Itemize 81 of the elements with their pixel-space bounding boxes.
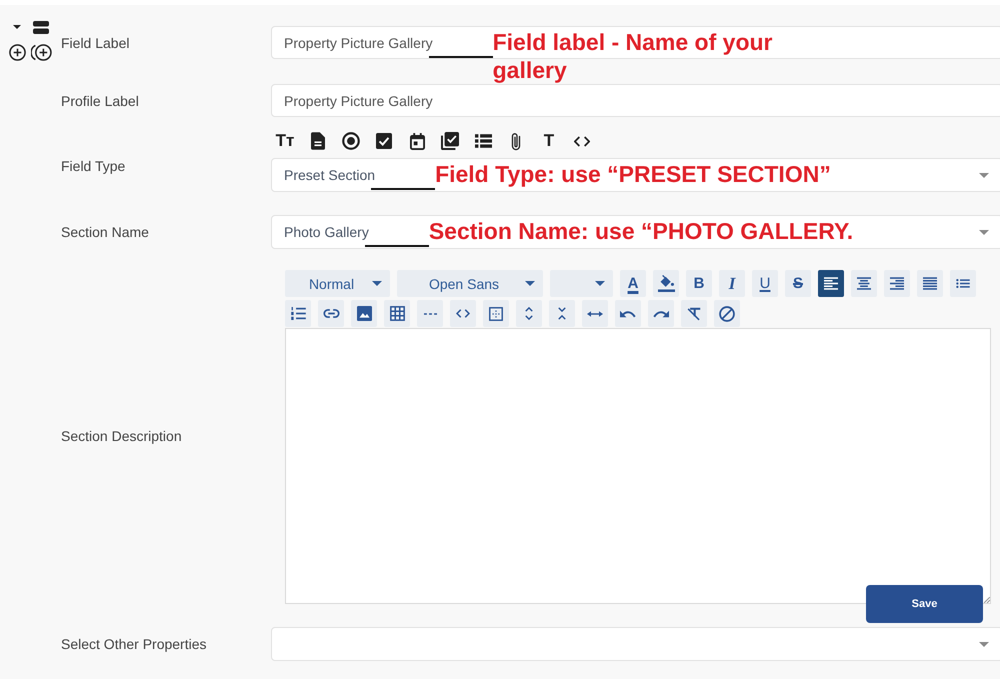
align-center-icon xyxy=(857,277,871,290)
align-left-button[interactable] xyxy=(818,270,844,297)
caret-down-icon[interactable] xyxy=(13,25,21,29)
align-right-icon xyxy=(890,277,904,290)
caret-down-icon xyxy=(372,281,382,286)
resize-handle-icon[interactable] xyxy=(984,597,990,603)
toolbar-dropdown[interactable]: Open Sans xyxy=(397,270,543,297)
checkbox-icon[interactable] xyxy=(376,133,392,149)
blocked-icon xyxy=(719,306,735,322)
paperclip-icon[interactable] xyxy=(511,132,521,150)
bullet-list-icon xyxy=(956,279,970,288)
justify-icon xyxy=(923,277,937,290)
field-label: Section Name xyxy=(61,224,150,240)
paint-bucket-icon xyxy=(658,275,674,292)
bullet-list-button[interactable] xyxy=(950,270,976,297)
justify-button[interactable] xyxy=(917,270,943,297)
code-icon[interactable] xyxy=(574,136,590,146)
stacked-checkbox-icon[interactable] xyxy=(441,132,459,150)
select-field[interactable] xyxy=(271,627,1000,661)
double-arrow-icon xyxy=(587,310,603,318)
double-arrow-button[interactable] xyxy=(582,300,608,327)
text-style-button[interactable]: T xyxy=(539,131,559,151)
undo-button[interactable] xyxy=(615,300,641,327)
redo-icon xyxy=(653,308,669,318)
document-icon[interactable] xyxy=(311,132,325,150)
chevrons-apart-button[interactable] xyxy=(516,300,542,327)
underline-button[interactable]: U xyxy=(752,270,778,297)
dotted-square-button[interactable] xyxy=(483,300,509,327)
field-label: Field Type xyxy=(61,158,126,174)
annotation-line xyxy=(428,56,493,58)
dashed-line-icon xyxy=(424,312,436,314)
save-button[interactable]: Save xyxy=(866,585,983,623)
link-button[interactable] xyxy=(318,300,344,327)
text-field[interactable]: Property Picture Gallery xyxy=(271,84,1000,117)
toolbar-dropdown[interactable]: Normal xyxy=(285,270,390,297)
caret-down-icon xyxy=(595,281,605,286)
chevrons-apart-icon xyxy=(525,306,533,321)
caret-down-icon xyxy=(979,230,989,234)
code-icon xyxy=(456,309,470,318)
caret-down-icon xyxy=(979,172,989,178)
paint-bucket-button[interactable] xyxy=(653,270,679,297)
stacked-bars-icon[interactable] xyxy=(33,20,49,34)
annotation-line xyxy=(371,188,436,190)
nested-add-icon[interactable] xyxy=(30,44,52,61)
link-icon xyxy=(322,309,340,318)
add-circle-icon[interactable] xyxy=(8,44,26,61)
annotation-text: Section Name: use “PHOTO GALLERY. xyxy=(428,217,854,245)
align-left-icon xyxy=(824,277,838,290)
image-button[interactable] xyxy=(351,300,377,327)
caret-down-icon xyxy=(525,281,535,286)
field-label: Section Description xyxy=(61,428,183,444)
bold-button[interactable]: B xyxy=(686,270,712,297)
chevrons-together-button[interactable] xyxy=(549,300,575,327)
annotation-line xyxy=(364,245,429,247)
code-button[interactable] xyxy=(450,300,476,327)
field-label: Select Other Properties xyxy=(61,636,208,652)
field-label: Field Label xyxy=(61,34,130,50)
undo-icon xyxy=(620,308,636,318)
numbered-list-icon xyxy=(290,307,306,320)
field-label: Profile Label xyxy=(61,92,140,108)
strikethrough-button[interactable]: S xyxy=(785,270,811,297)
redo-button[interactable] xyxy=(648,300,674,327)
annotation-text: Field Type: use “PRESET SECTION” xyxy=(435,160,831,188)
radio-button-icon[interactable] xyxy=(342,132,360,150)
align-center-button[interactable] xyxy=(851,270,877,297)
caret-down-icon xyxy=(979,642,989,646)
chevrons-together-icon xyxy=(558,306,566,321)
list-icon[interactable] xyxy=(474,134,492,148)
table-icon xyxy=(390,306,404,321)
text-style-button[interactable]: Tт xyxy=(275,131,295,151)
dotted-square-icon xyxy=(489,306,503,320)
clear-format-button[interactable] xyxy=(681,300,707,327)
align-right-button[interactable] xyxy=(884,270,910,297)
font-color-button[interactable]: A xyxy=(620,270,646,297)
blocked-button[interactable] xyxy=(714,300,740,327)
clear-format-icon xyxy=(687,306,701,320)
italic-button[interactable]: I xyxy=(719,270,745,297)
table-button[interactable] xyxy=(384,300,410,327)
calendar-icon[interactable] xyxy=(410,132,424,150)
image-icon xyxy=(356,306,372,321)
numbered-list-button[interactable] xyxy=(285,300,311,327)
